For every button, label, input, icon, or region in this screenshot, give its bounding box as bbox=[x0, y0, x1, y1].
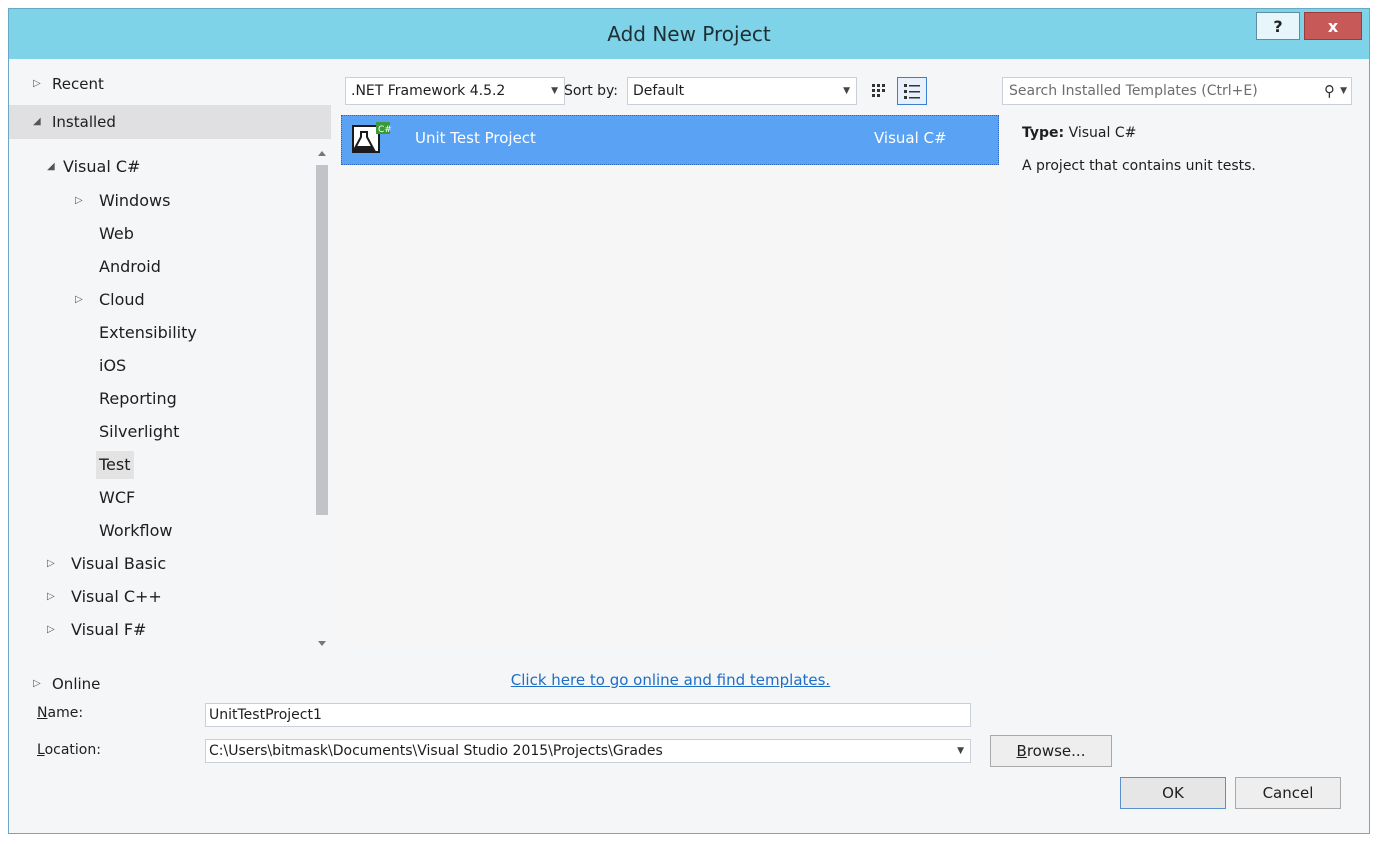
sort-value: Default bbox=[633, 83, 685, 99]
expand-right-icon[interactable]: ▷ bbox=[75, 187, 83, 215]
tree-item-android[interactable]: Android bbox=[99, 253, 161, 281]
sort-by-label: Sort by: bbox=[564, 83, 619, 99]
tree-item-label: Visual C# bbox=[63, 157, 141, 176]
tree-scrollbar[interactable] bbox=[315, 143, 329, 653]
expand-right-icon[interactable]: ▷ bbox=[47, 550, 55, 578]
chevron-down-icon: ▼ bbox=[843, 86, 850, 96]
framework-dropdown[interactable]: .NET Framework 4.5.2 ▼ bbox=[345, 77, 565, 105]
location-value: C:\Users\bitmask\Documents\Visual Studio… bbox=[209, 743, 663, 759]
expand-right-icon[interactable]: ▷ bbox=[33, 67, 41, 101]
tree-item-label: Cloud bbox=[99, 290, 145, 309]
expand-right-icon[interactable]: ▷ bbox=[75, 286, 83, 314]
chevron-down-icon[interactable]: ▼ bbox=[1340, 78, 1347, 104]
add-new-project-dialog: Add New Project ? x ▷ Recent ◢ Installed… bbox=[8, 8, 1370, 834]
dialog-body: ▷ Recent ◢ Installed ◢ Visual C# ▷ Windo… bbox=[9, 59, 1369, 703]
nav-recent[interactable]: ▷ Recent bbox=[9, 67, 331, 101]
tree-item-wcf[interactable]: WCF bbox=[99, 484, 135, 512]
tree-item-label: Visual F# bbox=[71, 620, 147, 639]
template-language: Visual C# bbox=[874, 129, 947, 147]
nav-recent-label: Recent bbox=[52, 75, 104, 93]
template-name: Unit Test Project bbox=[415, 129, 536, 147]
expand-right-icon[interactable]: ▷ bbox=[47, 616, 55, 644]
online-templates-link[interactable]: Click here to go online and find templat… bbox=[339, 671, 1002, 689]
close-button[interactable]: x bbox=[1304, 12, 1362, 40]
location-input[interactable]: C:\Users\bitmask\Documents\Visual Studio… bbox=[205, 739, 971, 763]
scrollbar-thumb[interactable] bbox=[316, 165, 328, 515]
template-item-unit-test-project[interactable]: C# Unit Test Project Visual C# bbox=[341, 115, 999, 165]
search-templates-input[interactable]: Search Installed Templates (Ctrl+E) ⚲ ▼ bbox=[1002, 77, 1352, 105]
tree-item-reporting[interactable]: Reporting bbox=[99, 385, 177, 413]
tree-item-test[interactable]: Test bbox=[96, 451, 134, 479]
list-view-button[interactable] bbox=[897, 77, 927, 105]
chevron-down-icon: ▼ bbox=[551, 86, 558, 96]
nav-online-label: Online bbox=[52, 675, 101, 693]
location-label: Location: bbox=[37, 742, 101, 758]
tree-item-workflow[interactable]: Workflow bbox=[99, 517, 172, 545]
nav-installed-label: Installed bbox=[52, 113, 116, 131]
tree-item-label: Visual C++ bbox=[71, 587, 162, 606]
search-placeholder: Search Installed Templates (Ctrl+E) bbox=[1009, 83, 1258, 99]
project-name-input[interactable]: UnitTestProject1 bbox=[205, 703, 971, 727]
search-icon[interactable]: ⚲ bbox=[1324, 78, 1335, 104]
svg-text:C#: C# bbox=[378, 125, 392, 135]
template-navigation: ▷ Recent ◢ Installed ◢ Visual C# ▷ Windo… bbox=[9, 59, 339, 703]
tree-item-ios[interactable]: iOS bbox=[99, 352, 126, 380]
nav-online[interactable]: ▷ Online bbox=[9, 667, 331, 701]
template-type: Type: Visual C# bbox=[1022, 125, 1136, 141]
title-bar: Add New Project ? x bbox=[9, 9, 1369, 59]
unit-test-icon: C# bbox=[350, 120, 392, 160]
type-label: Type: bbox=[1022, 125, 1065, 141]
type-value: Visual C# bbox=[1068, 125, 1137, 141]
name-label: Name: bbox=[37, 705, 84, 721]
template-description: A project that contains unit tests. bbox=[1022, 158, 1256, 174]
chevron-down-icon[interactable]: ▼ bbox=[957, 740, 964, 762]
sort-by-dropdown[interactable]: Default ▼ bbox=[627, 77, 857, 105]
expand-right-icon[interactable]: ▷ bbox=[47, 583, 55, 611]
template-details: Search Installed Templates (Ctrl+E) ⚲ ▼ … bbox=[1002, 59, 1371, 703]
browse-button[interactable]: Browse... bbox=[990, 735, 1112, 767]
grid-view-icon bbox=[872, 84, 885, 97]
expanded-icon[interactable]: ◢ bbox=[33, 105, 41, 139]
template-tree: ◢ Visual C# ▷ Windows Web Android ▷ Clou… bbox=[9, 143, 315, 653]
expand-right-icon[interactable]: ▷ bbox=[33, 667, 41, 701]
list-view-icon bbox=[904, 84, 920, 99]
nav-installed[interactable]: ◢ Installed bbox=[9, 105, 331, 139]
tree-item-extensibility[interactable]: Extensibility bbox=[99, 319, 197, 347]
tree-item-web[interactable]: Web bbox=[99, 220, 134, 248]
small-icons-view-button[interactable] bbox=[865, 77, 895, 105]
expanded-icon[interactable]: ◢ bbox=[47, 153, 55, 181]
dialog-title: Add New Project bbox=[607, 22, 771, 46]
project-form: Name: UnitTestProject1 Location: C:\User… bbox=[9, 703, 1369, 833]
tree-item-label: Windows bbox=[99, 191, 171, 210]
tree-item-silverlight[interactable]: Silverlight bbox=[99, 418, 179, 446]
cancel-button[interactable]: Cancel bbox=[1235, 777, 1341, 809]
tree-item-label: Visual Basic bbox=[71, 554, 167, 573]
help-button[interactable]: ? bbox=[1256, 12, 1300, 40]
framework-value: .NET Framework 4.5.2 bbox=[351, 83, 506, 99]
ok-button[interactable]: OK bbox=[1120, 777, 1226, 809]
template-list: C# Unit Test Project Visual C# bbox=[339, 111, 1002, 647]
